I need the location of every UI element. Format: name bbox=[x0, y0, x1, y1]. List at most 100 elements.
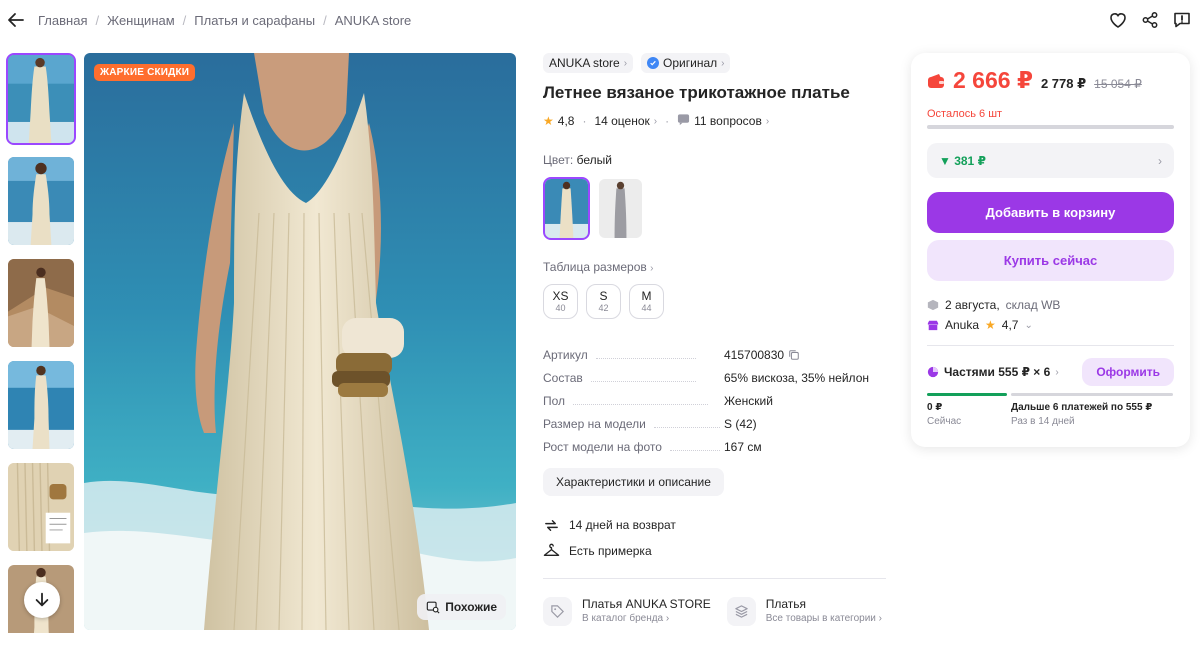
plan-later: Дальше 6 платежей по 555 ₽ Раз в 14 дней bbox=[1011, 402, 1152, 427]
breadcrumb-women[interactable]: Женщинам bbox=[107, 13, 175, 28]
perk-text: 14 дней на возврат bbox=[569, 518, 676, 532]
perks-list: 14 дней на возврат Есть примерка bbox=[543, 512, 888, 564]
wallet-icon bbox=[928, 73, 944, 88]
color-swatches bbox=[543, 177, 888, 240]
plan-when: Раз в 14 дней bbox=[1011, 416, 1075, 427]
chevron-right-icon: › bbox=[721, 57, 725, 69]
thumbnail-2[interactable] bbox=[6, 155, 76, 247]
spec-value: Женский bbox=[724, 393, 773, 408]
size-label: XS bbox=[552, 289, 569, 303]
hanger-icon bbox=[543, 543, 560, 556]
chevron-down-icon: ⌄ bbox=[1024, 319, 1033, 331]
size-table-link[interactable]: Таблица размеров › bbox=[543, 260, 888, 274]
spec-leader bbox=[590, 381, 696, 382]
spec-value: 65% вискоза, 35% нейлон bbox=[724, 370, 869, 385]
thumbnail-1[interactable] bbox=[6, 53, 76, 145]
installments-text: Частями 555 ₽ × 6 bbox=[944, 365, 1051, 379]
spec-row: Артикул 415700830 bbox=[543, 343, 888, 366]
add-to-cart-button[interactable]: Добавить в корзину bbox=[927, 192, 1174, 233]
color-value: белый bbox=[576, 153, 612, 167]
size-option-xs[interactable]: XS 40 bbox=[543, 284, 578, 319]
verified-check-icon bbox=[647, 57, 660, 69]
size-option-s[interactable]: S 42 bbox=[586, 284, 621, 319]
category-link[interactable]: Платья Все товары в категории › bbox=[726, 597, 882, 626]
plan-when: Сейчас bbox=[927, 416, 962, 427]
product-image bbox=[84, 53, 516, 630]
link-subtitle-text: В каталог бренда bbox=[582, 613, 664, 624]
spec-leader bbox=[669, 450, 720, 451]
share-icon[interactable] bbox=[1140, 10, 1160, 30]
stock-left-text: Осталось 6 шт bbox=[927, 108, 1003, 120]
cashback-amount: ▼ 381 ₽ bbox=[939, 153, 986, 168]
layers-icon bbox=[726, 597, 756, 626]
scroll-down-button[interactable] bbox=[24, 582, 60, 618]
brand-chip[interactable]: ANUKA store › bbox=[543, 53, 634, 73]
copy-icon[interactable] bbox=[788, 349, 800, 361]
progress-segment-paid bbox=[927, 393, 1007, 396]
heart-icon[interactable] bbox=[1108, 10, 1128, 30]
size-label: S bbox=[599, 289, 608, 303]
plan-amount: 0 ₽ bbox=[927, 402, 943, 413]
spec-row: Размер на модели S (42) bbox=[543, 412, 888, 435]
size-label: M bbox=[641, 289, 652, 303]
image-search-icon bbox=[426, 601, 440, 614]
spec-value: 167 см bbox=[724, 439, 762, 454]
installments-button[interactable]: Оформить bbox=[1082, 358, 1174, 386]
price-card: 2 666 ₽ 2 778 ₽ 15 054 ₽ Осталось 6 шт ▼… bbox=[911, 53, 1190, 447]
thumbnail-4[interactable] bbox=[6, 359, 76, 451]
breadcrumb-store[interactable]: ANUKA store bbox=[335, 13, 412, 28]
link-title: Платья ANUKA STORE bbox=[582, 597, 711, 611]
hot-sale-badge: ЖАРКИЕ СКИДКИ bbox=[94, 64, 196, 81]
installments-label[interactable]: Частями 555 ₽ × 6 › bbox=[927, 365, 1059, 379]
star-icon: ★ bbox=[543, 114, 554, 128]
thumbnail-5[interactable] bbox=[6, 461, 76, 553]
spec-key: Рост модели на фото bbox=[543, 439, 662, 454]
installments-progress bbox=[927, 393, 1174, 396]
similar-items-button[interactable]: Похожие bbox=[417, 594, 506, 620]
size-options: XS 40 S 42 M 44 bbox=[543, 284, 888, 319]
chevron-right-icon: › bbox=[650, 263, 654, 274]
similar-items-label: Похожие bbox=[445, 600, 497, 614]
perk-return: 14 дней на возврат bbox=[543, 512, 888, 538]
cashback-row[interactable]: ▼ 381 ₽ › bbox=[927, 143, 1174, 178]
related-links: Платья ANUKA STORE В каталог бренда › Пл… bbox=[543, 597, 888, 626]
brand-catalog-link[interactable]: Платья ANUKA STORE В каталог бренда › bbox=[543, 597, 711, 626]
color-swatch-gray[interactable] bbox=[597, 177, 644, 240]
spec-key: Артикул bbox=[543, 347, 588, 362]
questions-link[interactable]: 11 вопросов bbox=[694, 114, 762, 128]
spec-value: S (42) bbox=[724, 416, 757, 431]
chevron-right-icon: › bbox=[623, 57, 628, 69]
spec-key: Размер на модели bbox=[543, 416, 646, 431]
size-option-m[interactable]: M 44 bbox=[629, 284, 664, 319]
breadcrumb-home[interactable]: Главная bbox=[38, 13, 87, 28]
top-bar: Главная / Женщинам / Платья и сарафаны /… bbox=[0, 0, 1200, 40]
size-number: 42 bbox=[598, 303, 609, 313]
spec-row: Рост модели на фото 167 см bbox=[543, 435, 888, 458]
original-chip[interactable]: Оригинал › bbox=[641, 53, 731, 73]
seller-row[interactable]: Anuka ★ 4,7 ⌄ bbox=[927, 315, 1174, 335]
spec-key: Состав bbox=[543, 370, 583, 385]
chat-alert-icon[interactable] bbox=[1172, 10, 1192, 30]
details-button[interactable]: Характеристики и описание bbox=[543, 468, 724, 496]
shop-icon bbox=[927, 320, 939, 331]
delivery-info: 2 августа, склад WB Anuka ★ 4,7 ⌄ bbox=[927, 295, 1174, 335]
main-product-photo[interactable]: ЖАРКИЕ СКИДКИ Похожие bbox=[84, 53, 516, 630]
chevron-right-icon: › bbox=[765, 115, 770, 127]
current-price: 2 666 ₽ bbox=[953, 67, 1033, 93]
thumbnail-3[interactable] bbox=[6, 257, 76, 349]
back-arrow-icon[interactable] bbox=[6, 10, 26, 30]
color-swatch-white[interactable] bbox=[543, 177, 590, 240]
buy-now-button[interactable]: Купить сейчас bbox=[927, 240, 1174, 281]
seller-name: Anuka bbox=[945, 318, 980, 332]
link-title: Платья bbox=[765, 597, 807, 611]
spec-leader bbox=[595, 358, 696, 359]
breadcrumb-separator: / bbox=[323, 13, 327, 28]
installment-plan: 0 ₽ Сейчас Дальше 6 платежей по 555 ₽ Ра… bbox=[927, 402, 1174, 427]
delivery-date: 2 августа, bbox=[945, 298, 1000, 312]
chevron-right-icon: › bbox=[1158, 153, 1162, 168]
breadcrumb-dresses[interactable]: Платья и сарафаны bbox=[194, 13, 315, 28]
old-price: 15 054 ₽ bbox=[1094, 77, 1142, 91]
perk-text: Есть примерка bbox=[569, 544, 652, 558]
spec-key: Пол bbox=[543, 393, 566, 408]
reviews-link[interactable]: 14 оценок bbox=[594, 114, 649, 128]
